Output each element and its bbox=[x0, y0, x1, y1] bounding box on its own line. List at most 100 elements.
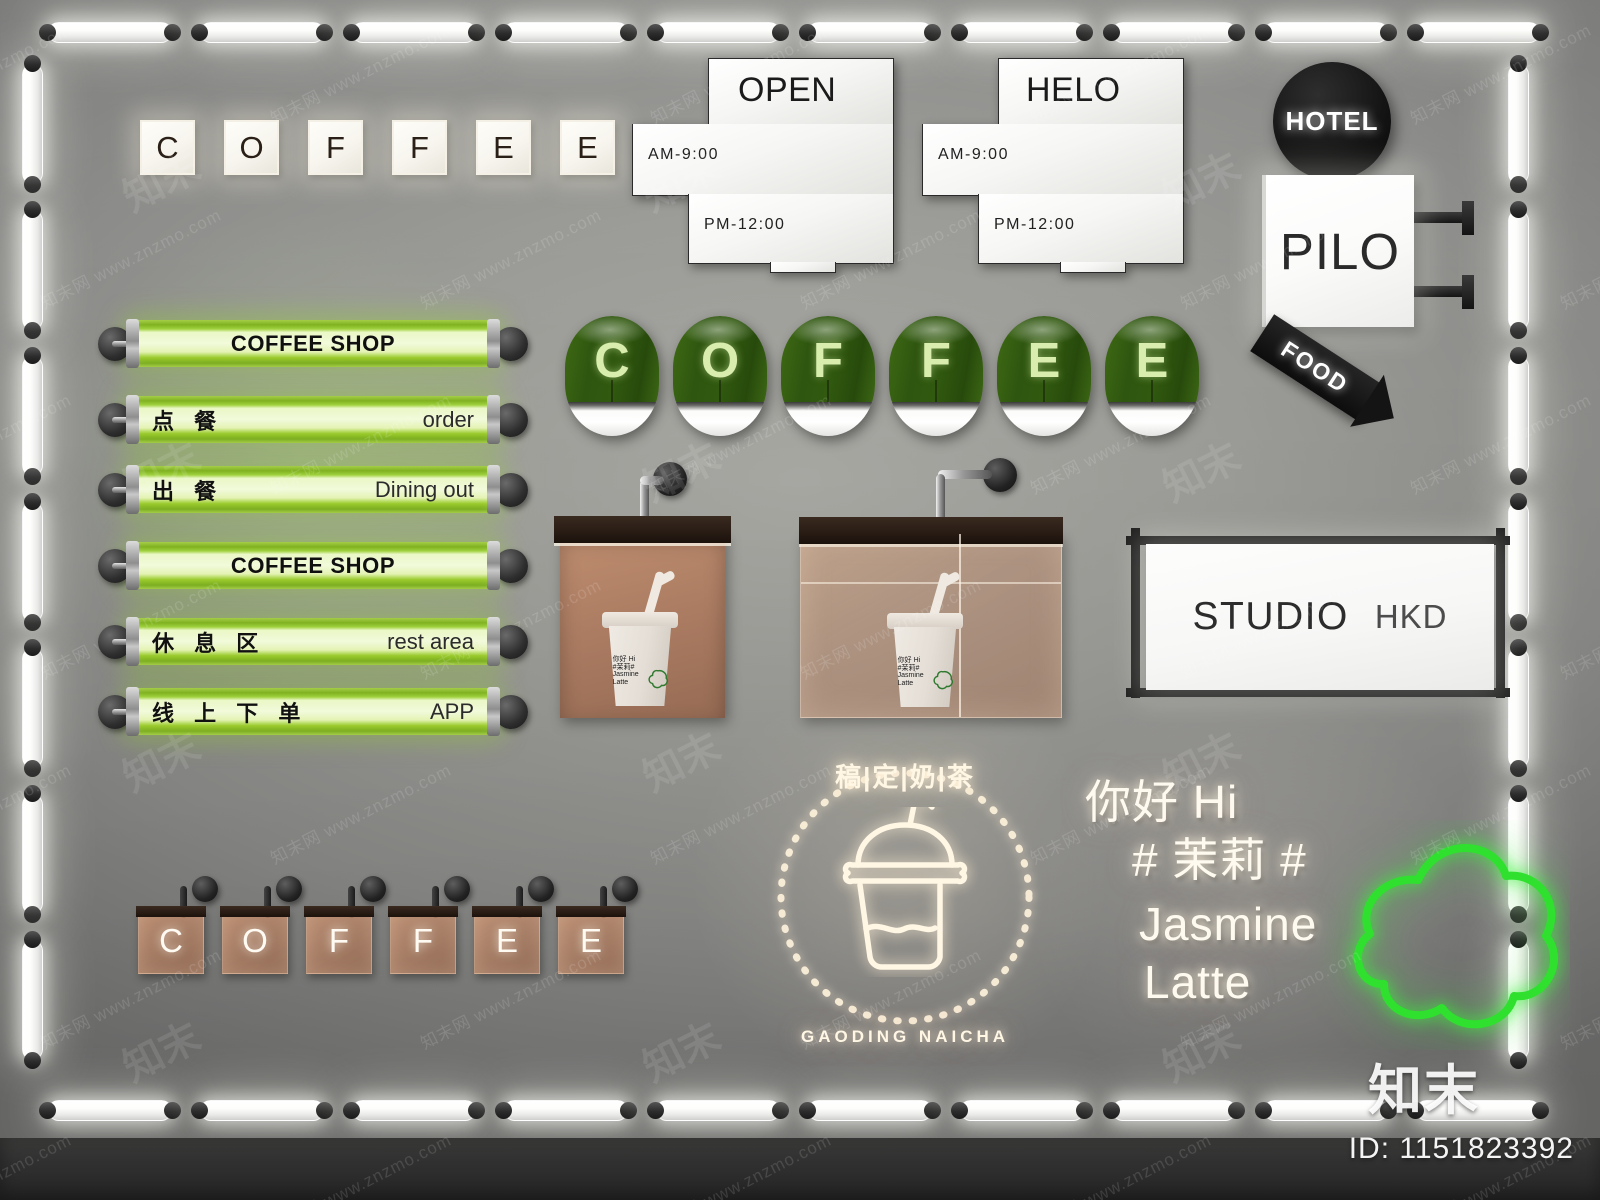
green-bar-6-cn-label: 线 上 下 单 bbox=[152, 700, 308, 726]
pill-3-letter: F bbox=[813, 334, 843, 388]
open-hours-sign[interactable]: OPEN AM-9:00 PM-12:00 bbox=[632, 58, 894, 273]
left-tube-5 bbox=[22, 639, 43, 777]
milk-tea-cup-left: 你好 Hi #茉莉# Jasmine Latte bbox=[602, 569, 678, 706]
green-tube-sign-2[interactable]: 点 餐 order bbox=[98, 395, 528, 444]
top-tube-10 bbox=[1407, 22, 1549, 43]
jasmine-neon-line-3: Jasmine bbox=[1139, 898, 1318, 950]
left-tube-1 bbox=[22, 55, 43, 193]
green-tube-sign-4[interactable]: COFFEE SHOP bbox=[98, 541, 528, 590]
cabinet-right-hook-stem bbox=[936, 474, 945, 522]
pill-6-letter: E bbox=[1135, 334, 1169, 388]
bottom-tube-4 bbox=[495, 1100, 637, 1121]
glass-divider-horizontal bbox=[801, 582, 1061, 584]
left-tube-7 bbox=[22, 931, 43, 1069]
right-tube-4 bbox=[1508, 493, 1529, 631]
cabinet-left-hook-elbow bbox=[640, 476, 664, 485]
signage-wall-scene: COFFEE OPEN AM-9:00 PM-12:00 HELO AM-9:0… bbox=[0, 0, 1600, 1200]
jasmine-neon-line-2: # 茉莉 # bbox=[1132, 834, 1307, 886]
cabinet-right-valance bbox=[799, 517, 1063, 544]
green-bar-3-en-label: Dining out bbox=[374, 476, 474, 502]
left-tube-2 bbox=[22, 201, 43, 339]
logo-chinese-text: 稿|定|奶|茶 bbox=[835, 762, 975, 792]
green-bar-1-center-label: COFFEE SHOP bbox=[230, 330, 396, 356]
hotel-circle-sign[interactable]: HOTEL bbox=[1273, 62, 1391, 180]
bottom-tube-7 bbox=[951, 1100, 1093, 1121]
open-sign-evening: PM-12:00 bbox=[704, 216, 786, 233]
green-bar-5-cn-label: 休 息 区 bbox=[152, 630, 266, 656]
coffee-lightbox-4[interactable]: F bbox=[392, 120, 447, 175]
green-tube-sign-1[interactable]: COFFEE SHOP bbox=[98, 319, 528, 368]
left-tube-4 bbox=[22, 493, 43, 631]
bottom-tube-1 bbox=[39, 1100, 181, 1121]
cube-4-top-cap bbox=[388, 906, 458, 917]
coffee-lightbox-5[interactable]: E bbox=[476, 120, 531, 175]
cube-5-letter: E bbox=[495, 922, 518, 959]
pill-1-letter: C bbox=[594, 334, 630, 388]
top-tube-9 bbox=[1255, 22, 1397, 43]
helo-hours-sign[interactable]: HELO AM-9:00 PM-12:00 bbox=[922, 58, 1184, 273]
bottom-tube-8 bbox=[1103, 1100, 1245, 1121]
cabinet-right-hook-arm bbox=[938, 470, 992, 479]
right-tube-5 bbox=[1508, 639, 1529, 777]
green-pill-6[interactable]: E bbox=[1105, 316, 1199, 436]
studio-word: STUDIO bbox=[1192, 595, 1349, 638]
milk-tea-cup-right: 你好 Hi #茉莉# Jasmine Latte bbox=[887, 570, 963, 707]
gaoding-naicha-logo[interactable]: 稿|定|奶|茶 GAODING NAICHA bbox=[755, 745, 1055, 1046]
hkd-word: HKD bbox=[1374, 598, 1448, 635]
bottom-tube-2 bbox=[191, 1100, 333, 1121]
pill-5-seam bbox=[1043, 380, 1045, 403]
znzmo-brand-logo: 知末 bbox=[1368, 1061, 1480, 1121]
pilo-box-sign[interactable]: PILO bbox=[1262, 175, 1414, 327]
left-tube-3 bbox=[22, 347, 43, 485]
green-pill-1[interactable]: C bbox=[565, 316, 659, 436]
cube-2-wall-mount bbox=[276, 876, 302, 902]
green-pill-2[interactable]: O bbox=[673, 316, 767, 436]
coffee-lightbox-6[interactable]: E bbox=[560, 120, 615, 175]
top-tube-2 bbox=[191, 22, 333, 43]
cube-6-letter: E bbox=[579, 922, 602, 959]
bottom-tube-3 bbox=[343, 1100, 485, 1121]
coffee-lightbox-1[interactable]: C bbox=[140, 120, 195, 175]
cube-1-letter: C bbox=[159, 922, 183, 959]
food-arrow-sign[interactable]: FOOD bbox=[1250, 314, 1380, 420]
helo-sign-title: HELO bbox=[1026, 71, 1121, 109]
coffee-lightbox-3[interactable]: F bbox=[308, 120, 363, 175]
studio-frame-right bbox=[1496, 528, 1505, 698]
pill-3-seam bbox=[827, 380, 829, 403]
bottom-tube-5 bbox=[647, 1100, 789, 1121]
pill-1-seam bbox=[611, 380, 613, 403]
pill-2-seam bbox=[719, 380, 721, 403]
cup-right-brand-text: 你好 Hi #茉莉# Jasmine Latte bbox=[897, 656, 924, 688]
top-tube-8 bbox=[1103, 22, 1245, 43]
top-tube-5 bbox=[647, 22, 789, 43]
green-tube-sign-6[interactable]: 线 上 下 单 APP bbox=[98, 687, 528, 736]
right-tube-2 bbox=[1508, 201, 1529, 339]
cube-5-top-cap bbox=[472, 906, 542, 917]
pill-4-letter: F bbox=[921, 334, 951, 388]
jasmine-neon-line-1: 你好 Hi bbox=[1085, 776, 1239, 828]
green-tube-sign-5[interactable]: 休 息 区 rest area bbox=[98, 617, 528, 666]
top-tube-4 bbox=[495, 22, 637, 43]
bottom-tube-6 bbox=[799, 1100, 941, 1121]
top-tube-7 bbox=[951, 22, 1093, 43]
top-tube-1 bbox=[39, 22, 181, 43]
cube-3-top-cap bbox=[304, 906, 374, 917]
logo-pinyin-text: GAODING NAICHA bbox=[800, 1027, 1010, 1046]
pill-6-seam bbox=[1151, 380, 1153, 403]
jasmine-neon-line-4: Latte bbox=[1144, 956, 1252, 1008]
green-bar-3-cn-label: 出 餐 bbox=[152, 478, 224, 504]
green-tube-sign-3[interactable]: 出 餐 Dining out bbox=[98, 465, 528, 514]
top-tube-3 bbox=[343, 22, 485, 43]
studio-frame-left bbox=[1131, 528, 1140, 698]
cube-3-letter: F bbox=[328, 922, 350, 959]
coffee-lightbox-2[interactable]: O bbox=[224, 120, 279, 175]
green-pill-3[interactable]: F bbox=[781, 316, 875, 436]
cube-4-letter: F bbox=[412, 922, 434, 959]
pilo-arm-upper-cap bbox=[1462, 201, 1474, 235]
left-tube-6 bbox=[22, 785, 43, 923]
green-bar-5-en-label: rest area bbox=[387, 628, 474, 654]
cube-2-letter: O bbox=[242, 922, 268, 959]
green-pill-5[interactable]: E bbox=[997, 316, 1091, 436]
green-pill-4[interactable]: F bbox=[889, 316, 983, 436]
cube-3-wall-mount bbox=[360, 876, 386, 902]
